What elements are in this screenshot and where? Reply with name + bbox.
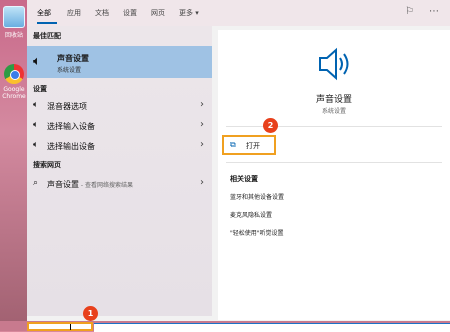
related-link-bluetooth[interactable]: 蓝牙和其他设备设置	[230, 192, 284, 201]
result-input-device[interactable]: 🔈︎ 选择输入设备 ›	[27, 116, 212, 135]
chevron-right-icon[interactable]: ›	[200, 119, 204, 130]
divider	[226, 126, 442, 127]
results-list: 最佳匹配 🔈︎ 声音设置 系统设置 设置 🔈︎ 混音器选项 › 🔈︎ 选择输入设…	[27, 26, 212, 316]
chrome-icon	[4, 64, 24, 84]
open-label: 打开	[246, 142, 260, 150]
chevron-right-icon[interactable]: ›	[200, 177, 204, 188]
tab-apps[interactable]: 应用	[67, 8, 81, 18]
tab-settings[interactable]: 设置	[123, 8, 137, 18]
more-options-icon[interactable]: ⋯	[429, 6, 439, 17]
recycle-bin-icon	[3, 6, 25, 28]
result-label: 混音器选项	[47, 102, 87, 111]
tab-more[interactable]: 更多 ▾	[179, 8, 199, 18]
detail-pane: 声音设置 系统设置 ⧉ 打开 相关设置 蓝牙和其他设备设置 麦克风隐私设置 "轻…	[218, 30, 450, 320]
best-match-subtitle: 系统设置	[57, 67, 82, 74]
detail-subtitle: 系统设置	[321, 108, 346, 115]
callout-badge-1: 1	[83, 306, 98, 321]
callout-badge-2: 2	[263, 118, 278, 133]
chevron-right-icon[interactable]: ›	[200, 139, 204, 150]
result-label: 声音设置 - 查看网络搜索结果	[47, 180, 133, 189]
open-icon: ⧉	[230, 140, 236, 149]
chevron-right-icon[interactable]: ›	[200, 99, 204, 110]
result-mixer-options[interactable]: 🔈︎ 混音器选项 ›	[27, 96, 212, 115]
related-link-microphone-privacy[interactable]: 麦克风隐私设置	[230, 210, 272, 219]
detail-title: 声音设置	[315, 95, 352, 105]
speaker-icon	[319, 47, 349, 81]
result-web-search[interactable]: ⌕ 声音设置 - 查看网络搜索结果 ›	[27, 174, 212, 193]
tab-web[interactable]: 网页	[151, 8, 165, 18]
speaker-icon: 🔈︎	[33, 100, 39, 110]
desktop-icon-label: Google Chrome	[2, 86, 26, 100]
search-tabs: 全部 应用 文档 设置 网页 更多 ▾ ⚐ ⋯	[27, 0, 450, 26]
desktop-icon-recycle-bin[interactable]: 回收站	[0, 6, 28, 39]
related-settings-title: 相关设置	[230, 175, 258, 183]
desktop-icon-chrome[interactable]: Google Chrome	[0, 64, 28, 100]
search-icon: ⌕	[33, 178, 39, 188]
speaker-icon: 🔈︎	[33, 140, 39, 150]
speaker-icon: 🔈︎	[33, 54, 41, 69]
search-panel: 全部 应用 文档 设置 网页 更多 ▾ ⚐ ⋯ 最佳匹配 🔈︎ 声音设置 系统设…	[27, 0, 450, 331]
open-button[interactable]: ⧉ 打开	[222, 135, 276, 155]
active-tab-indicator	[37, 22, 57, 24]
result-label: 选择输出设备	[47, 142, 95, 151]
text-caret	[70, 324, 71, 330]
divider	[226, 162, 442, 163]
related-link-ease-of-access[interactable]: "轻松使用"听觉设置	[230, 228, 284, 237]
best-match-title: 声音设置	[57, 54, 89, 63]
section-settings: 设置	[33, 85, 47, 93]
tab-all[interactable]: 全部	[37, 8, 51, 18]
section-web: 搜索网页	[33, 161, 61, 169]
section-best-match: 最佳匹配	[33, 32, 61, 40]
best-match-result[interactable]: 🔈︎ 声音设置 系统设置	[27, 46, 212, 78]
result-output-device[interactable]: 🔈︎ 选择输出设备 ›	[27, 136, 212, 155]
feedback-icon[interactable]: ⚐	[405, 6, 414, 17]
result-label: 选择输入设备	[47, 122, 95, 131]
taskbar-search-box[interactable]	[27, 322, 93, 331]
desktop-icon-label: 回收站	[4, 32, 23, 39]
tab-documents[interactable]: 文档	[95, 8, 109, 18]
speaker-icon: 🔈︎	[33, 120, 39, 130]
